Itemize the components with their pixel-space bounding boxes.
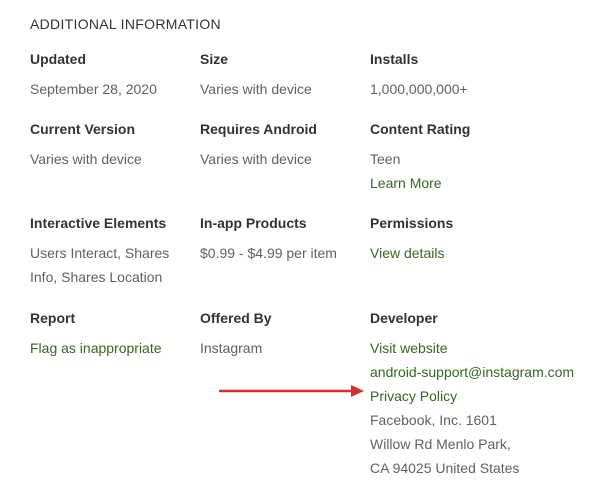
current-version-value: Varies with device — [30, 151, 142, 167]
content-rating-value: Teen — [370, 151, 401, 167]
info-requires-android: Requires Android Varies with device — [200, 121, 365, 171]
info-size: Size Varies with device — [200, 51, 365, 101]
developer-address-line: Facebook, Inc. 1601 — [370, 412, 497, 428]
requires-android-label: Requires Android — [200, 121, 317, 137]
arrow-head — [351, 385, 364, 397]
offered-by-label: Offered By — [200, 310, 272, 326]
learn-more-link[interactable]: Learn More — [370, 171, 595, 195]
info-in-app-products: In-app Products $0.99 - $4.99 per item — [200, 215, 365, 265]
info-report: Report Flag as inappropriate — [30, 310, 195, 360]
size-value: Varies with device — [200, 81, 312, 97]
annotation-arrow-icon — [219, 385, 364, 397]
interactive-elements-value-line: Info, Shares Location — [30, 269, 163, 285]
developer-address-line: Willow Rd Menlo Park, — [370, 436, 511, 452]
in-app-products-label: In-app Products — [200, 215, 307, 231]
size-label: Size — [200, 51, 229, 67]
permissions-label: Permissions — [370, 215, 454, 231]
interactive-elements-label: Interactive Elements — [30, 215, 167, 231]
view-details-link[interactable]: View details — [370, 241, 595, 265]
info-current-version: Current Version Varies with device — [30, 121, 195, 171]
info-developer: Developer Visit website android-support@… — [370, 310, 595, 480]
interactive-elements-value-line: Users Interact, Shares — [30, 245, 170, 261]
in-app-products-value: $0.99 - $4.99 per item — [200, 245, 337, 261]
info-content-rating: Content Rating Teen Learn More — [370, 121, 595, 195]
info-interactive-elements: Interactive Elements Users Interact, Sha… — [30, 215, 195, 289]
privacy-policy-link[interactable]: Privacy Policy — [370, 384, 595, 408]
current-version-label: Current Version — [30, 121, 136, 137]
installs-value: 1,000,000,000+ — [370, 81, 468, 97]
info-updated: Updated September 28, 2020 — [30, 51, 195, 101]
developer-label: Developer — [370, 310, 438, 326]
visit-website-link[interactable]: Visit website — [370, 336, 595, 360]
section-title: ADDITIONAL INFORMATION — [30, 16, 221, 32]
installs-label: Installs — [370, 51, 419, 67]
developer-address-line: CA 94025 United States — [370, 460, 520, 476]
developer-email-link[interactable]: android-support@instagram.com — [370, 360, 595, 384]
updated-value: September 28, 2020 — [30, 81, 157, 97]
content-rating-label: Content Rating — [370, 121, 471, 137]
flag-inappropriate-link[interactable]: Flag as inappropriate — [30, 336, 195, 360]
info-installs: Installs 1,000,000,000+ — [370, 51, 595, 101]
updated-label: Updated — [30, 51, 86, 67]
report-label: Report — [30, 310, 76, 326]
requires-android-value: Varies with device — [200, 151, 312, 167]
info-permissions: Permissions View details — [370, 215, 595, 265]
offered-by-value: Instagram — [200, 340, 263, 356]
info-offered-by: Offered By Instagram — [200, 310, 365, 360]
